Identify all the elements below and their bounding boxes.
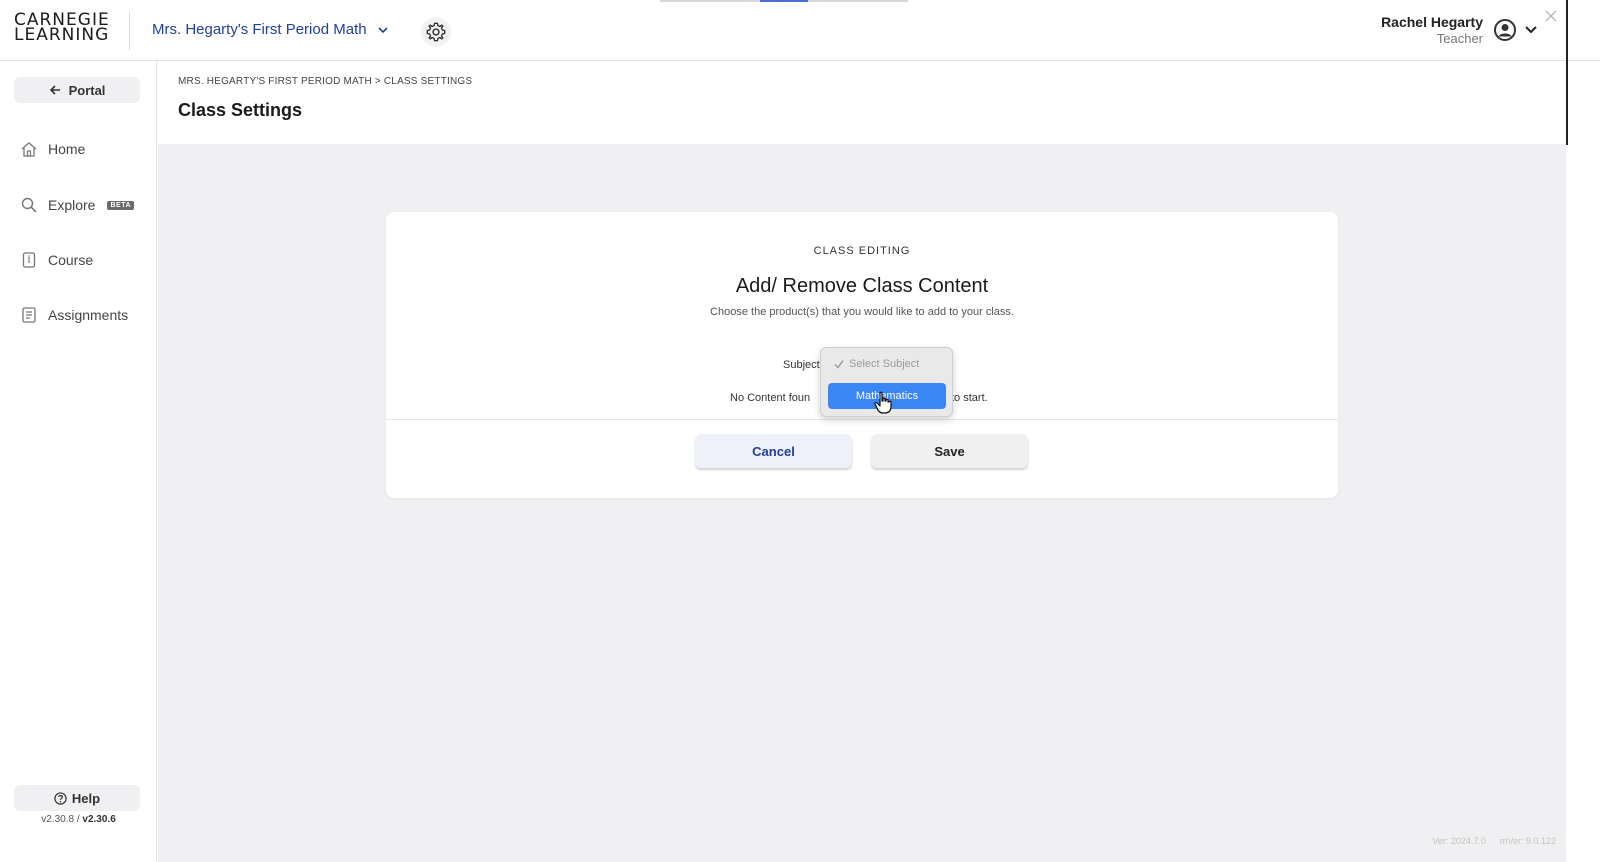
help-button[interactable]: Help xyxy=(14,785,140,811)
user-info: Rachel Hegarty Teacher xyxy=(1381,14,1483,46)
sidebar-item-label: Assignments xyxy=(48,307,129,323)
gear-icon xyxy=(426,22,446,42)
breadcrumb: MRS. HEGARTY'S FIRST PERIOD MATH > CLASS… xyxy=(178,76,473,87)
class-switcher[interactable]: Mrs. Hegarty's First Period Math xyxy=(152,21,389,38)
search-icon xyxy=(21,197,37,213)
no-content-message-tail: to start. xyxy=(951,392,988,404)
beta-badge: BETA xyxy=(107,200,135,210)
card-divider xyxy=(386,419,1338,420)
page-title: Class Settings xyxy=(178,100,303,120)
hand-pointer-cursor-icon xyxy=(874,391,892,414)
page-header: MRS. HEGARTY'S FIRST PERIOD MATH > CLASS… xyxy=(158,62,1566,144)
no-content-message: No Content foun xyxy=(730,392,811,404)
mver-label: mVer: 9.0.122 xyxy=(1499,836,1556,846)
sidebar-item-label: Course xyxy=(48,252,94,268)
home-icon xyxy=(21,142,37,157)
sidebar-item-label: Explore xyxy=(48,197,96,213)
assignments-icon xyxy=(22,307,36,323)
arrow-left-icon xyxy=(49,85,60,95)
build-versions: Ver: 2024.7.0 mVer: 9.0.122 xyxy=(1432,836,1556,846)
checkmark-icon xyxy=(834,360,844,369)
sidebar-item-explore[interactable]: Explore BETA xyxy=(20,196,135,214)
portal-button[interactable]: Portal xyxy=(14,77,140,103)
chevron-down-icon xyxy=(378,26,388,33)
course-icon xyxy=(22,252,36,268)
user-menu-chevron-icon[interactable] xyxy=(1525,25,1537,35)
top-header: CARNEGIE LEARNING Mrs. Hegarty's First P… xyxy=(0,0,1600,61)
class-name: Mrs. Hegarty's First Period Math xyxy=(152,21,367,38)
card-kicker: CLASS EDITING xyxy=(813,245,911,257)
sidebar: Portal Home Explore BETA Course Assignme… xyxy=(0,61,157,862)
ver-label: Ver: 2024.7.0 xyxy=(1432,836,1486,846)
placeholder-label: Select Subject xyxy=(849,358,920,370)
subject-label: Subject xyxy=(783,359,820,371)
save-button[interactable]: Save xyxy=(871,434,1028,468)
user-name: Rachel Hegarty xyxy=(1381,14,1483,30)
cancel-button[interactable]: Cancel xyxy=(695,434,852,468)
app-version: v2.30.8 / v2.30.6 xyxy=(41,814,116,825)
sidebar-item-course[interactable]: Course xyxy=(20,251,93,269)
close-icon[interactable] xyxy=(1545,10,1557,22)
header-divider xyxy=(129,12,130,50)
user-role: Teacher xyxy=(1436,31,1483,46)
dropdown-option-placeholder[interactable]: Select Subject xyxy=(833,358,919,370)
window-edge xyxy=(1566,0,1568,145)
carnegie-learning-logo[interactable]: CARNEGIE LEARNING xyxy=(14,12,114,45)
loading-bar xyxy=(660,0,908,2)
help-label: Help xyxy=(71,790,101,806)
user-avatar-icon[interactable] xyxy=(1492,17,1518,43)
help-icon xyxy=(54,791,67,805)
card-subtitle: Choose the product(s) that you would lik… xyxy=(710,306,1014,318)
portal-label: Portal xyxy=(68,82,106,98)
class-settings-button[interactable] xyxy=(421,17,451,47)
card-title: Add/ Remove Class Content xyxy=(735,275,989,297)
sidebar-item-assignments[interactable]: Assignments xyxy=(20,306,128,324)
sidebar-item-label: Home xyxy=(48,141,86,157)
logo-line-2: LEARNING xyxy=(14,25,110,45)
sidebar-item-home[interactable]: Home xyxy=(20,140,85,158)
